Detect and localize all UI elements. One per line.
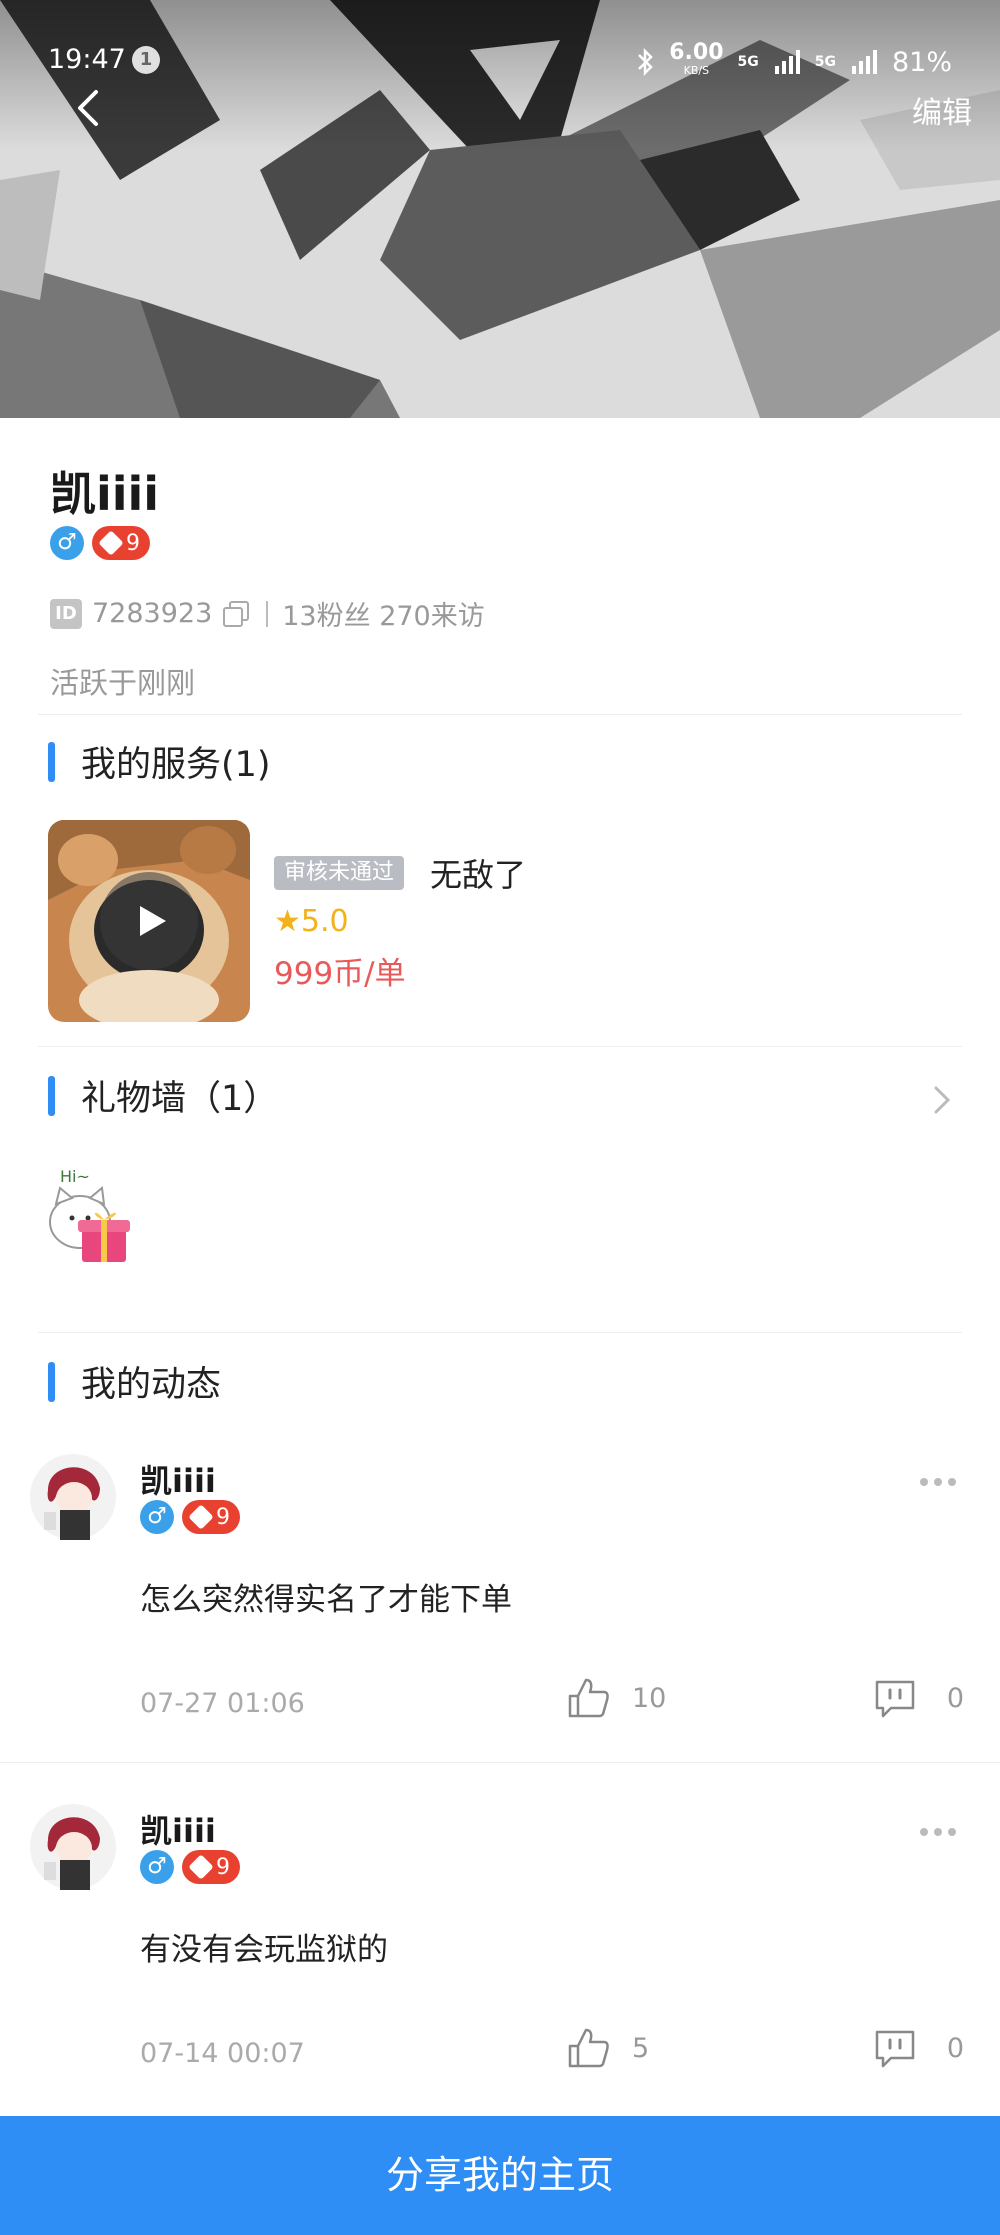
- diamond-icon: [188, 1854, 214, 1880]
- signal-icon: [774, 50, 800, 74]
- profile-meta: ID 7283923 13粉丝 270来访: [50, 594, 485, 633]
- status-bar: 19:47 1 6.00 KB/S 5G 5G 81%: [48, 38, 952, 82]
- profile-badges: ♂ 9: [50, 526, 150, 560]
- post-date: 07-27 01:06: [140, 1688, 305, 1719]
- post-date: 07-14 00:07: [140, 2038, 305, 2069]
- service-rating: ★5.0: [274, 904, 349, 939]
- level-badge: 9: [182, 1850, 240, 1884]
- thumbs-up-icon[interactable]: [566, 1676, 610, 1720]
- male-gender-icon: ♂: [50, 526, 84, 560]
- more-options-icon[interactable]: [918, 1476, 958, 1488]
- post-author-badges: ♂ 9: [140, 1850, 240, 1884]
- user-id: 7283923: [92, 598, 213, 629]
- net-type-2: 5G: [814, 54, 836, 70]
- status-time: 19:47: [48, 44, 126, 75]
- services-section-title: 我的服务(1): [48, 736, 271, 787]
- comment-count: 0: [946, 1682, 964, 1714]
- service-name[interactable]: 无敌了: [430, 850, 526, 896]
- profile-username: 凯iiii: [50, 467, 160, 521]
- like-button[interactable]: 5: [566, 2026, 649, 2070]
- review-status-badge: 审核未通过: [274, 856, 405, 890]
- like-count: 5: [632, 2032, 650, 2064]
- cat-gift-icon[interactable]: Hi~: [40, 1160, 140, 1270]
- signal-icon-2: [851, 50, 877, 74]
- service-price: 999币/单: [274, 956, 406, 992]
- profile-banner: 19:47 1 6.00 KB/S 5G 5G 81% 编辑: [0, 0, 1000, 418]
- edit-button[interactable]: 编辑: [912, 88, 972, 132]
- section-accent-bar: [48, 741, 55, 782]
- gift-hi-text: Hi~: [60, 1167, 90, 1186]
- net-speed: 6.00 KB/S: [669, 40, 724, 78]
- gift-wall-section-title[interactable]: 礼物墙（1）: [48, 1070, 278, 1121]
- active-status: 活跃于刚刚: [50, 666, 196, 700]
- share-homepage-button[interactable]: 分享我的主页: [0, 2116, 1000, 2235]
- notification-count-badge: 1: [132, 46, 160, 74]
- diamond-icon: [188, 1504, 214, 1530]
- meta-divider: [266, 600, 269, 627]
- male-gender-icon: ♂: [140, 1500, 174, 1534]
- battery-level: 81%: [891, 46, 952, 78]
- section-accent-bar: [48, 1075, 55, 1116]
- post-content: 有没有会玩监狱的: [140, 1932, 388, 1968]
- post-author-name[interactable]: 凯iiii: [140, 1456, 216, 1502]
- comment-icon[interactable]: [873, 1676, 917, 1720]
- comment-button[interactable]: 0: [873, 2026, 964, 2070]
- comment-button[interactable]: 0: [873, 1676, 964, 1720]
- play-icon[interactable]: [100, 872, 198, 970]
- post-author-name[interactable]: 凯iiii: [140, 1806, 216, 1852]
- net-type-1: 5G: [737, 54, 759, 70]
- male-gender-icon: ♂: [140, 1850, 174, 1884]
- divider: [38, 714, 962, 715]
- back-arrow-icon[interactable]: [70, 88, 110, 128]
- divider: [38, 1332, 962, 1333]
- comment-count: 0: [946, 2032, 964, 2064]
- avatar[interactable]: [30, 1800, 116, 1894]
- post-author-badges: ♂ 9: [140, 1500, 240, 1534]
- section-accent-bar: [48, 1361, 55, 1402]
- feed-post[interactable]: 凯iiii ♂ 9 有没有会玩监狱的 07-14 00:07 5 0: [0, 1800, 1000, 2100]
- like-button[interactable]: 10: [566, 1676, 666, 1720]
- bluetooth-icon: [638, 47, 654, 77]
- id-icon: ID: [50, 598, 82, 629]
- like-count: 10: [632, 1682, 667, 1714]
- chevron-right-icon[interactable]: [928, 1082, 956, 1118]
- feed-section-title: 我的动态: [48, 1356, 221, 1407]
- diamond-icon: [98, 530, 124, 556]
- comment-icon[interactable]: [873, 2026, 917, 2070]
- avatar[interactable]: [30, 1450, 116, 1544]
- divider: [0, 1762, 1000, 1763]
- divider: [38, 1046, 962, 1047]
- level-badge: 9: [92, 526, 150, 560]
- copy-icon[interactable]: [222, 600, 250, 628]
- feed-post[interactable]: 凯iiii ♂ 9 怎么突然得实名了才能下单 07-27 01:06 10 0: [0, 1450, 1000, 1750]
- level-badge: 9: [182, 1500, 240, 1534]
- more-options-icon[interactable]: [918, 1826, 958, 1838]
- thumbs-up-icon[interactable]: [566, 2026, 610, 2070]
- follow-stats[interactable]: 13粉丝 270来访: [282, 594, 484, 633]
- post-content: 怎么突然得实名了才能下单: [140, 1582, 512, 1618]
- service-video-thumbnail[interactable]: [48, 820, 250, 1022]
